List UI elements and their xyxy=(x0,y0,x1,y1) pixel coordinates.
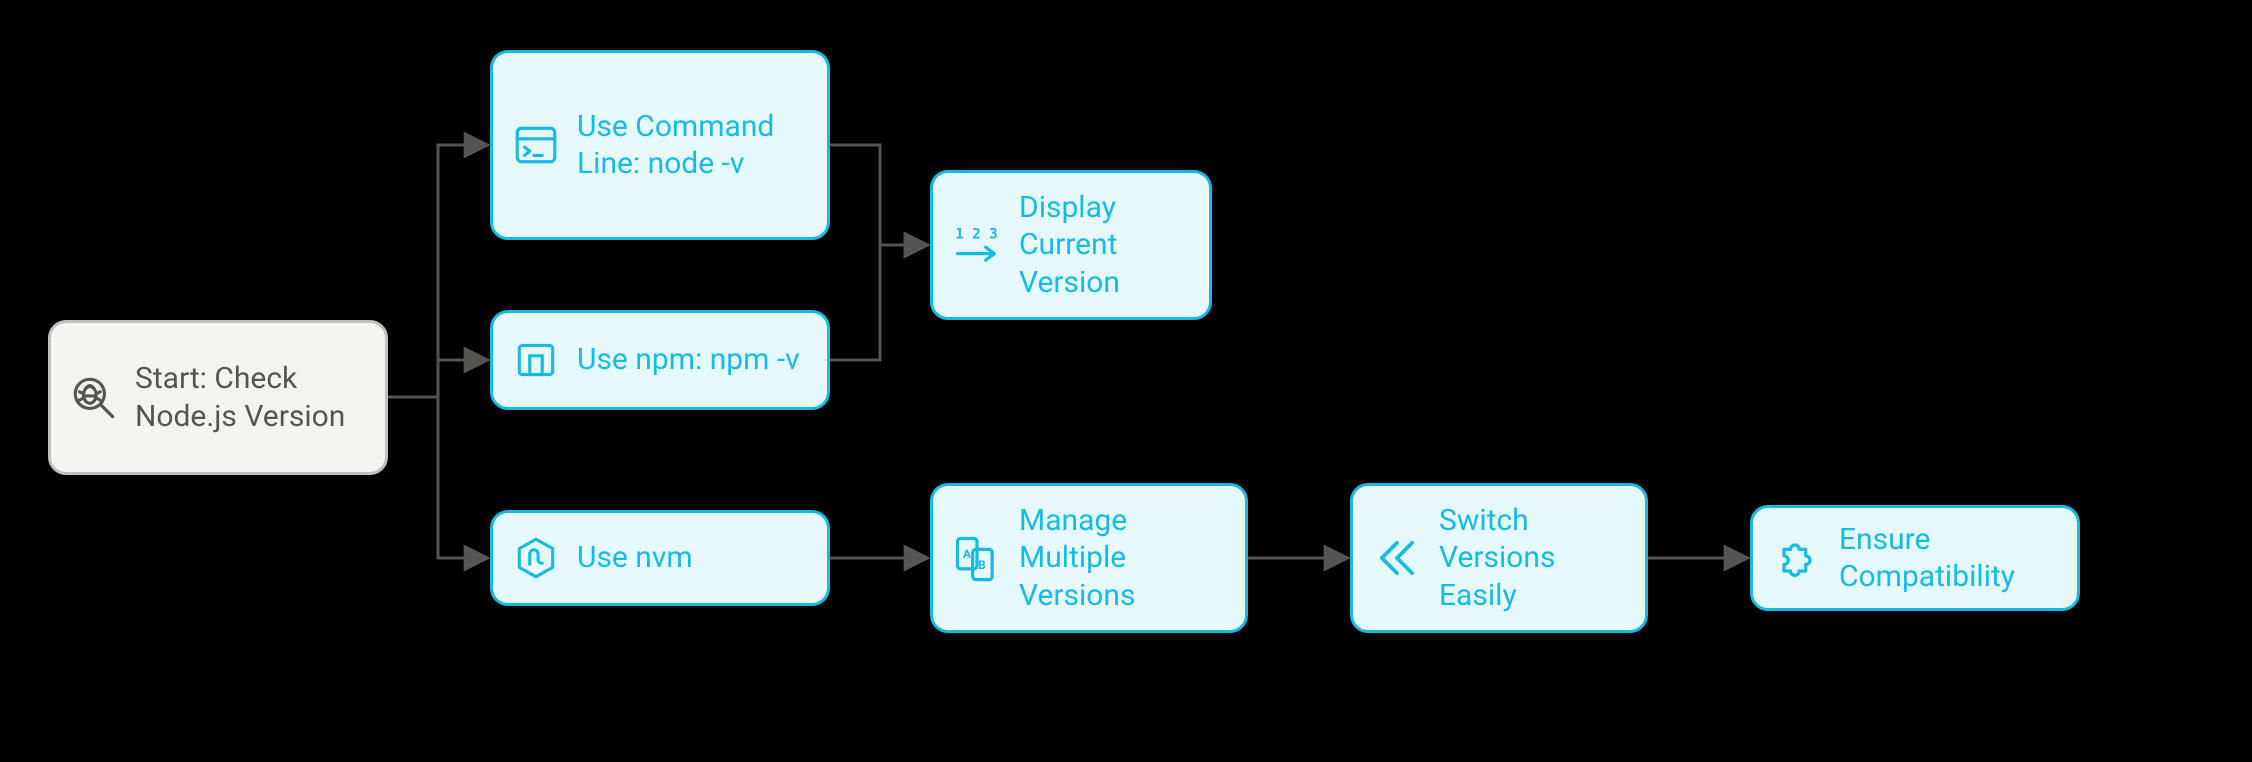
node-start: Start: Check Node.js Version xyxy=(48,320,388,475)
node-display-label: Display Current Version xyxy=(1019,189,1189,302)
node-compat: Ensure Compatibility xyxy=(1750,505,2080,611)
edge-start-nvm xyxy=(388,397,488,558)
terminal-icon xyxy=(511,120,561,170)
node-switch-label: Switch Versions Easily xyxy=(1439,502,1625,615)
npm-icon xyxy=(511,335,561,385)
svg-text:B: B xyxy=(978,558,986,572)
svg-text:A: A xyxy=(963,547,971,561)
node-nvm-label: Use nvm xyxy=(577,539,807,577)
node-npm: Use npm: npm -v xyxy=(490,310,830,410)
edge-npm-display xyxy=(830,245,928,360)
node-cmd: Use Command Line: node -v xyxy=(490,50,830,240)
node-start-label: Start: Check Node.js Version xyxy=(135,360,365,435)
node-npm-label: Use npm: npm -v xyxy=(577,341,807,379)
node-cmd-label: Use Command Line: node -v xyxy=(577,108,807,183)
node-manage: A B Manage Multiple Versions xyxy=(930,483,1248,633)
node-manage-label: Manage Multiple Versions xyxy=(1019,502,1225,615)
flowchart-canvas: Start: Check Node.js Version Use Command… xyxy=(0,0,2252,762)
svg-text:1 2 3: 1 2 3 xyxy=(955,227,997,243)
number-arrow-icon: 1 2 3 xyxy=(951,219,1003,271)
edge-start-npm xyxy=(388,360,488,397)
edge-start-cmd xyxy=(388,145,488,397)
node-switch: Switch Versions Easily xyxy=(1350,483,1648,633)
node-compat-label: Ensure Compatibility xyxy=(1839,521,2057,596)
node-display: 1 2 3 Display Current Version xyxy=(930,170,1212,320)
bug-magnify-icon xyxy=(69,373,119,423)
nodejs-icon xyxy=(511,533,561,583)
node-nvm: Use nvm xyxy=(490,510,830,606)
edge-cmd-display xyxy=(830,145,928,245)
double-chevron-left-icon xyxy=(1371,532,1423,584)
devices-ab-icon: A B xyxy=(951,532,1003,584)
puzzle-icon xyxy=(1771,532,1823,584)
